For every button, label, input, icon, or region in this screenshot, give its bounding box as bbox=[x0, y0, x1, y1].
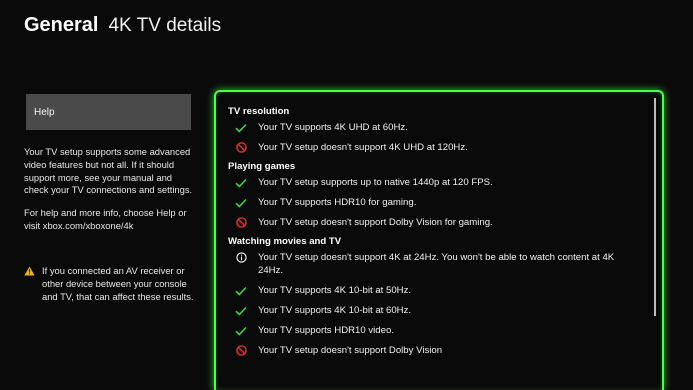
warning-icon bbox=[24, 265, 42, 303]
page-header: General 4K TV details bbox=[24, 14, 221, 37]
help-info-paragraph: For help and more info, choose Help or v… bbox=[24, 207, 187, 231]
detail-row[interactable]: Your TV setup supports up to native 1440… bbox=[228, 176, 638, 189]
av-receiver-warning: If you connected an AV receiver or other… bbox=[24, 265, 202, 303]
detail-text: Your TV setup doesn't support Dolby Visi… bbox=[258, 345, 443, 356]
check-icon bbox=[234, 196, 248, 209]
detail-text: Your TV supports 4K 10-bit at 60Hz. bbox=[258, 305, 412, 316]
detail-row[interactable]: Your TV setup doesn't support Dolby Visi… bbox=[228, 216, 638, 229]
details-group: Playing games Your TV setup supports up t… bbox=[228, 161, 638, 229]
info-icon bbox=[234, 251, 248, 264]
detail-text: Your TV setup doesn't support 4K at 24Hz… bbox=[258, 252, 615, 276]
details-list: TV resolution Your TV supports 4K UHD at … bbox=[228, 106, 638, 364]
check-icon bbox=[234, 176, 248, 189]
check-icon bbox=[234, 121, 248, 134]
detail-row[interactable]: Your TV setup doesn't support 4K UHD at … bbox=[228, 141, 638, 154]
group-title: Playing games bbox=[228, 161, 296, 172]
check-icon bbox=[234, 324, 248, 337]
detail-row[interactable]: Your TV supports HDR10 video. bbox=[228, 324, 638, 337]
blocked-icon bbox=[234, 141, 248, 154]
check-icon bbox=[234, 304, 248, 317]
detail-text: Your TV supports HDR10 video. bbox=[258, 325, 394, 336]
detail-text: Your TV supports 4K 10-bit at 50Hz. bbox=[258, 285, 412, 296]
details-group: Watching movies and TV Your TV setup does… bbox=[228, 236, 638, 357]
tv-details-panel[interactable]: TV resolution Your TV supports 4K UHD at … bbox=[214, 90, 664, 390]
summary-paragraph: Your TV setup supports some advanced vid… bbox=[24, 146, 193, 196]
detail-row[interactable]: Your TV setup doesn't support Dolby Visi… bbox=[228, 344, 638, 357]
details-group: TV resolution Your TV supports 4K UHD at … bbox=[228, 106, 638, 154]
blocked-icon bbox=[234, 216, 248, 229]
detail-text: Your TV supports HDR10 for gaming. bbox=[258, 197, 417, 208]
group-title: TV resolution bbox=[228, 106, 290, 117]
group-title: Watching movies and TV bbox=[228, 236, 342, 247]
check-icon bbox=[234, 284, 248, 297]
detail-row[interactable]: Your TV supports 4K 10-bit at 60Hz. bbox=[228, 304, 638, 317]
summary-text: Your TV setup supports some advanced vid… bbox=[24, 146, 196, 243]
detail-text: Your TV setup supports up to native 1440… bbox=[258, 177, 493, 188]
page-title: 4K TV details bbox=[108, 15, 222, 36]
detail-row[interactable]: Your TV supports 4K UHD at 60Hz. bbox=[228, 121, 638, 134]
detail-row[interactable]: Your TV supports HDR10 for gaming. bbox=[228, 196, 638, 209]
detail-text: Your TV setup doesn't support 4K UHD at … bbox=[258, 142, 468, 153]
blocked-icon bbox=[234, 344, 248, 357]
detail-row[interactable]: Your TV supports 4K 10-bit at 50Hz. bbox=[228, 284, 638, 297]
detail-row[interactable]: Your TV setup doesn't support 4K at 24Hz… bbox=[228, 251, 638, 277]
detail-text: Your TV setup doesn't support Dolby Visi… bbox=[258, 217, 493, 228]
section-title: General bbox=[24, 14, 99, 36]
detail-text: Your TV supports 4K UHD at 60Hz. bbox=[258, 122, 408, 133]
warning-text: If you connected an AV receiver or other… bbox=[42, 265, 194, 302]
help-button[interactable]: Help bbox=[26, 94, 191, 130]
scrollbar[interactable] bbox=[654, 98, 656, 316]
